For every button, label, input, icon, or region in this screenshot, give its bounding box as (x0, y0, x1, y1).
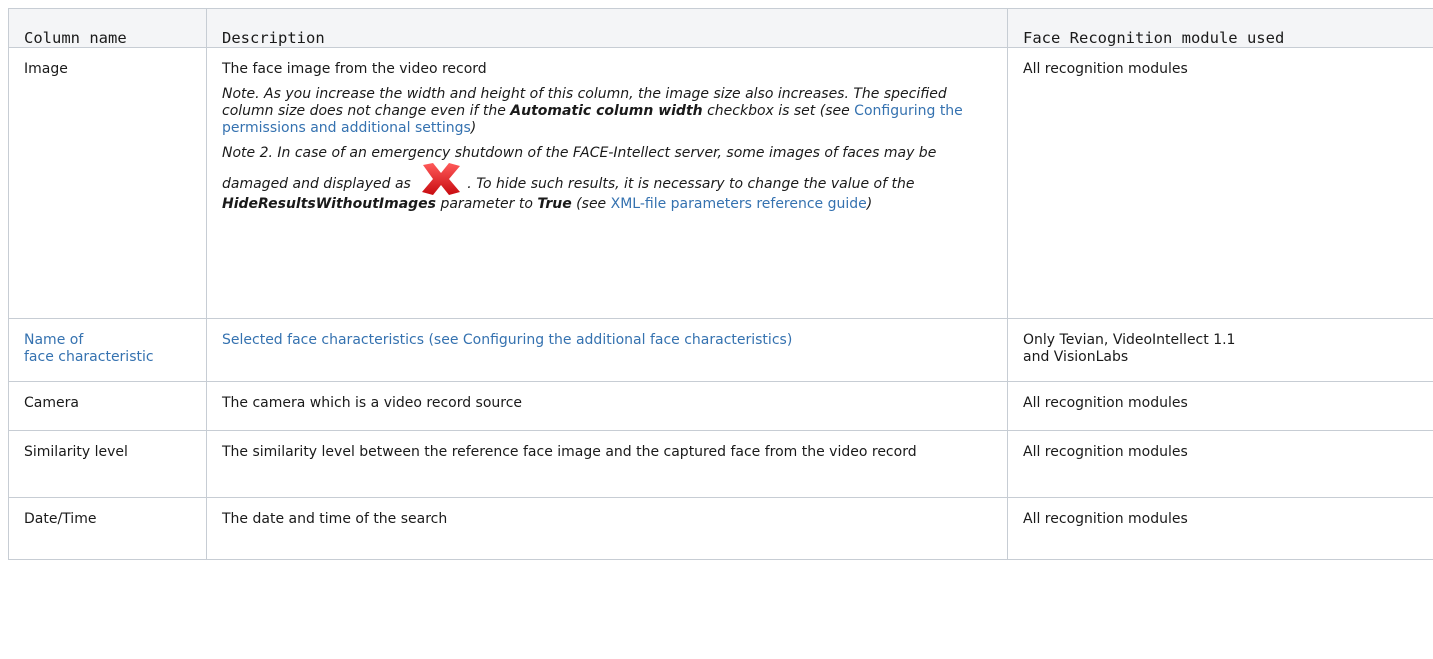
link-xml-reference[interactable]: XML-file parameters reference guide (611, 196, 867, 212)
note-2: Note 2. In case of an emergency shutdown… (222, 145, 992, 213)
table-row: Date/Time The date and time of the searc… (8, 497, 1433, 560)
cell-modules: All recognition modules (1007, 497, 1433, 560)
note-bold-text: Automatic column width (510, 103, 703, 119)
cell-description: The date and time of the search (206, 497, 1008, 560)
description-text: The face image from the video record (222, 61, 487, 77)
cell-description: The camera which is a video record sourc… (206, 381, 1008, 431)
cell-modules: Only Tevian, VideoIntellect 1.1 and Visio… (1007, 318, 1433, 382)
note-1: Note. As you increase the width and heig… (222, 86, 992, 137)
table-row: Similarity level The similarity level be… (8, 430, 1433, 498)
cell-description: Selected face characteristics (see Confi… (206, 318, 1008, 382)
note-text: checkbox is set (see (702, 103, 855, 119)
cell-column-name: Camera (8, 381, 207, 431)
note-text: ) (866, 196, 873, 212)
note-bold-text: True (537, 196, 572, 212)
columns-table: Column name Description Face Recognition… (8, 8, 1433, 560)
description-text: Selected face characteristics (see (222, 332, 463, 348)
modules-text: and VisionLabs (1023, 349, 1129, 365)
cell-modules: All recognition modules (1007, 47, 1433, 319)
column-name-text: Name of (24, 332, 84, 348)
header-description: Description (206, 8, 1008, 48)
table-header-row: Column name Description Face Recognition… (8, 8, 1433, 48)
link-selected-characteristics[interactable]: Selected face characteristics (see Confi… (222, 332, 792, 348)
cell-column-name: Image (8, 47, 207, 319)
note-text: parameter to (436, 196, 538, 212)
header-column-name: Column name (8, 8, 207, 48)
cell-modules: All recognition modules (1007, 381, 1433, 431)
column-name-text: face characteristic (24, 349, 154, 365)
table-row: Camera The camera which is a video recor… (8, 381, 1433, 431)
link-additional-face-characteristics[interactable]: Configuring the additional face characte… (463, 332, 787, 348)
cell-description: The similarity level between the referen… (206, 430, 1008, 498)
link-face-characteristic[interactable]: Name of face characteristic (24, 332, 154, 365)
table-row: Name of face characteristic Selected face… (8, 318, 1433, 382)
note-text: ) (470, 120, 477, 136)
cell-column-name: Similarity level (8, 430, 207, 498)
description-text: ) (786, 332, 793, 348)
cell-column-name: Name of face characteristic (8, 318, 207, 382)
column-name-text: Image (24, 61, 68, 77)
table-row: Image The face image from the video reco… (8, 47, 1433, 319)
note-text: . To hide such results, it is necessary … (467, 176, 915, 192)
note-bold-text: HideResultsWithoutImages (222, 196, 437, 212)
damaged-image-icon (419, 162, 463, 196)
cell-description: The face image from the video record Not… (206, 47, 1008, 319)
header-module-used: Face Recognition module used (1007, 8, 1433, 48)
modules-text: Only Tevian, VideoIntellect 1.1 (1023, 332, 1236, 348)
cell-column-name: Date/Time (8, 497, 207, 560)
cell-modules: All recognition modules (1007, 430, 1433, 498)
note-text: (see (571, 196, 611, 212)
